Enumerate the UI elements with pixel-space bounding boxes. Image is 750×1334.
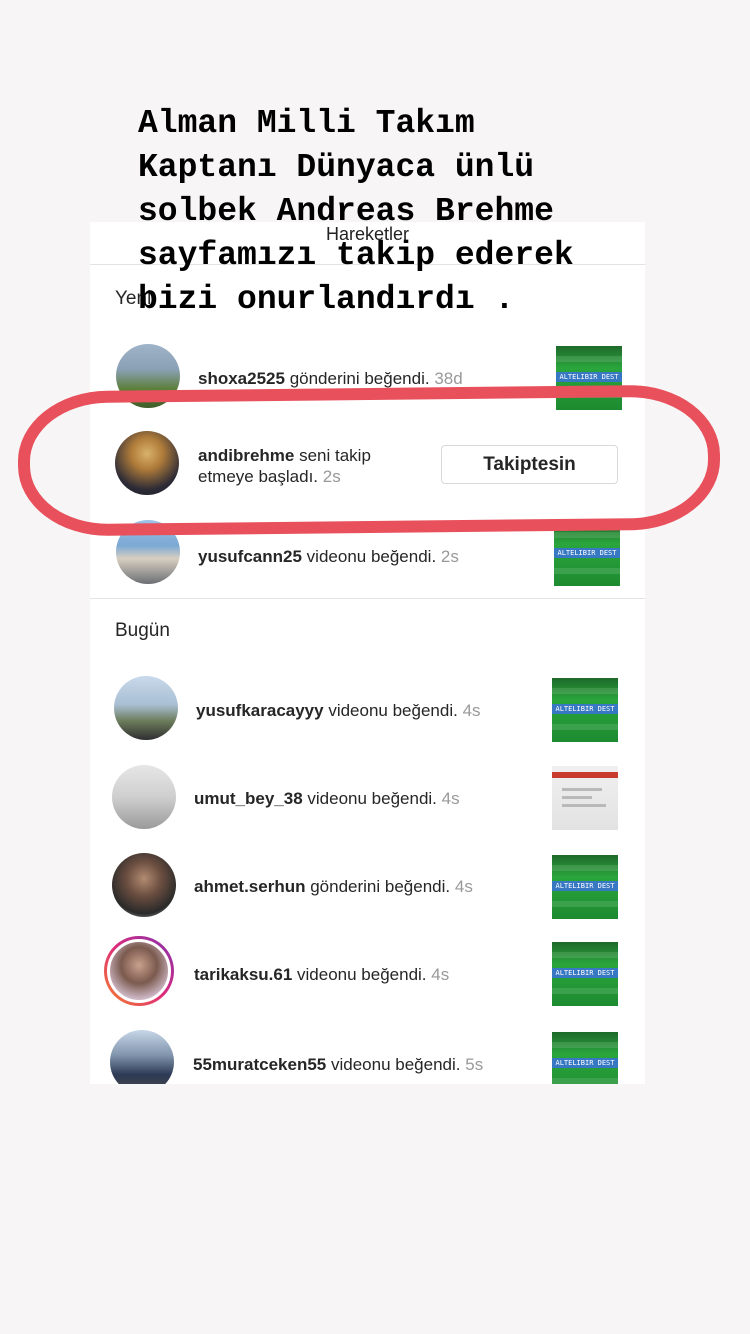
username[interactable]: shoxa2525: [198, 369, 285, 388]
list-item[interactable]: yusufkaracayyy videonu beğendi. 4s ALTEL…: [90, 672, 645, 752]
timestamp: 2s: [440, 547, 459, 566]
post-thumbnail[interactable]: ALTELIBIR DEST: [552, 855, 618, 919]
video-thumbnail[interactable]: ALTELIBIR DEST: [552, 1032, 618, 1084]
thumbnail-banner: ALTELIBIR DEST: [552, 968, 618, 978]
notification-text: yusufkaracayyy videonu beğendi. 4s: [196, 700, 481, 721]
video-thumbnail[interactable]: [552, 766, 618, 830]
avatar[interactable]: [114, 676, 178, 740]
story-caption: Alman Milli Takım Kaptanı Dünyaca ünlü s…: [138, 105, 574, 318]
video-thumbnail[interactable]: ALTELIBIR DEST: [554, 522, 620, 586]
video-thumbnail[interactable]: ALTELIBIR DEST: [552, 678, 618, 742]
notification-text: ahmet.serhun gönderini beğendi. 4s: [194, 876, 473, 897]
thumbnail-banner: ALTELIBIR DEST: [556, 372, 622, 382]
username[interactable]: tarikaksu.61: [194, 965, 292, 984]
avatar: [107, 939, 171, 1003]
action-text: videonu beğendi.: [307, 789, 437, 808]
timestamp: 4s: [441, 789, 460, 808]
avatar[interactable]: [110, 1030, 174, 1084]
list-item[interactable]: ahmet.serhun gönderini beğendi. 4s ALTEL…: [90, 850, 645, 930]
username[interactable]: 55muratceken55: [193, 1055, 326, 1074]
thumbnail-banner: ALTELIBIR DEST: [552, 1058, 618, 1068]
thumbnail-banner: ALTELIBIR DEST: [552, 881, 618, 891]
avatar-story-ring[interactable]: [104, 936, 174, 1006]
list-item[interactable]: umut_bey_38 videonu beğendi. 4s: [90, 762, 645, 842]
highlight-annotation: [17, 384, 721, 537]
notification-text: 55muratceken55 videonu beğendi. 5s: [193, 1054, 483, 1075]
timestamp: 4s: [462, 701, 481, 720]
username[interactable]: ahmet.serhun: [194, 877, 305, 896]
timestamp: 38d: [434, 369, 463, 388]
list-item[interactable]: 55muratceken55 videonu beğendi. 5s ALTEL…: [90, 1028, 645, 1084]
timestamp: 4s: [431, 965, 450, 984]
timestamp: 5s: [465, 1055, 484, 1074]
action-text: videonu beğendi.: [328, 701, 458, 720]
notification-text: tarikaksu.61 videonu beğendi. 4s: [194, 964, 449, 985]
activity-screen: Hareketler Yeni shoxa2525 gönderini beğe…: [90, 222, 645, 1084]
notification-text: umut_bey_38 videonu beğendi. 4s: [194, 788, 460, 809]
video-thumbnail[interactable]: ALTELIBIR DEST: [552, 942, 618, 1006]
action-text: gönderini beğendi.: [310, 877, 451, 896]
notification-text: yusufcann25 videonu beğendi. 2s: [198, 546, 459, 567]
avatar[interactable]: [112, 765, 176, 829]
avatar[interactable]: [112, 853, 176, 917]
section-label-today: Bugün: [115, 620, 170, 641]
section-divider: [90, 598, 645, 599]
thumbnail-banner: ALTELIBIR DEST: [554, 548, 620, 558]
action-text: videonu beğendi.: [331, 1055, 461, 1074]
list-item[interactable]: tarikaksu.61 videonu beğendi. 4s ALTELIB…: [90, 936, 645, 1018]
action-text: gönderini beğendi.: [289, 369, 430, 388]
action-text: videonu beğendi.: [297, 965, 427, 984]
thumbnail-banner: ALTELIBIR DEST: [552, 704, 618, 714]
username[interactable]: yusufcann25: [198, 547, 302, 566]
username[interactable]: yusufkaracayyy: [196, 701, 324, 720]
username[interactable]: umut_bey_38: [194, 789, 303, 808]
notification-text: shoxa2525 gönderini beğendi. 38d: [198, 368, 463, 389]
action-text: videonu beğendi.: [306, 547, 437, 566]
timestamp: 4s: [454, 877, 473, 896]
